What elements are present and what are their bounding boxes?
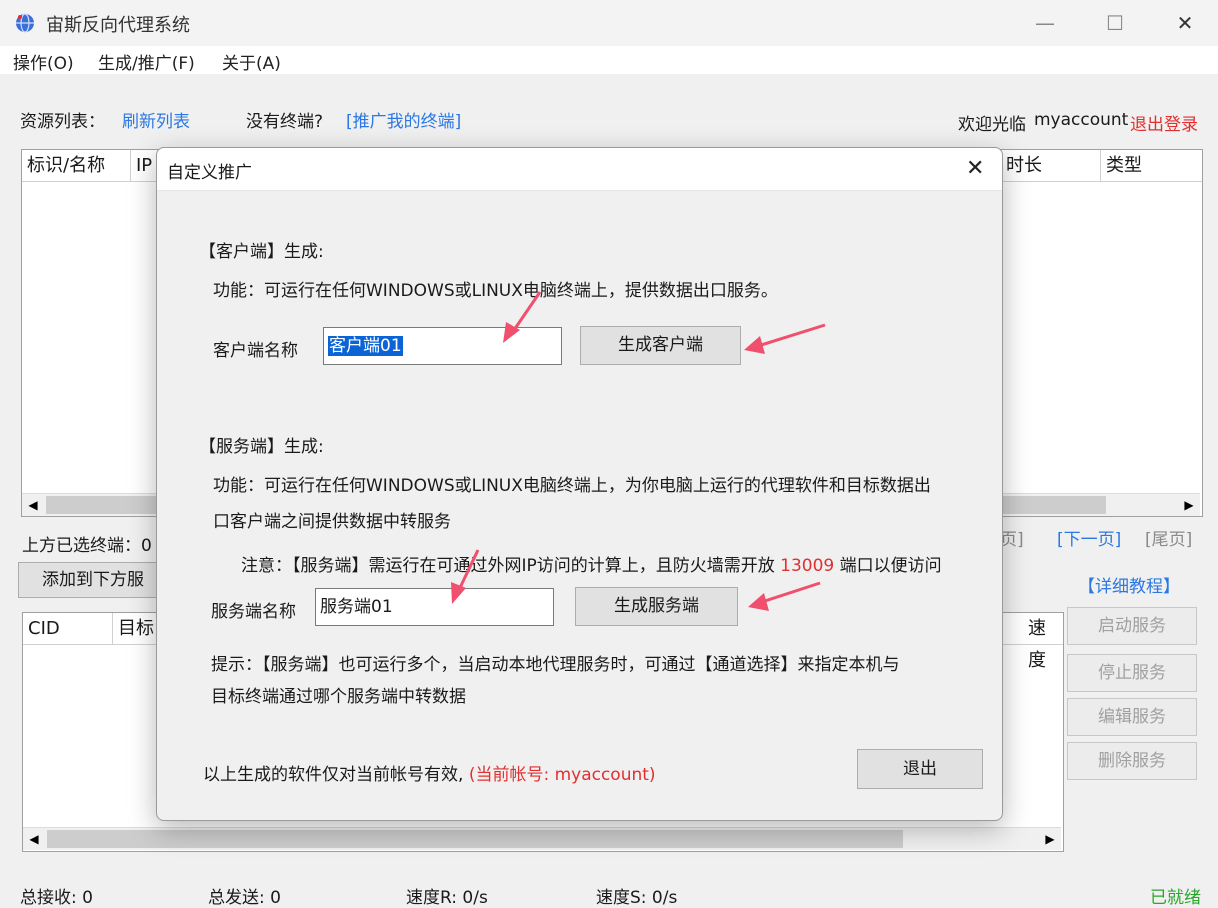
last-page-link[interactable]: [尾页] <box>1145 525 1192 550</box>
logout-link[interactable]: 退出登录 <box>1130 110 1198 135</box>
scroll-left-icon[interactable]: ◀ <box>23 828 45 850</box>
ready-status: 已就绪 <box>1150 888 1201 908</box>
note-suffix: 端口以便访问 <box>839 556 942 576</box>
close-window-button[interactable]: ✕ <box>1165 8 1205 38</box>
window-titlebar: 宙斯反向代理系统 — ☐ ✕ <box>0 0 1218 46</box>
detailed-tutorial-link[interactable]: 【详细教程】 <box>1078 572 1180 597</box>
resource-list-label: 资源列表： <box>20 112 105 132</box>
refresh-list-link[interactable]: 刷新列表 <box>122 107 190 132</box>
username-label: myaccount <box>1034 110 1129 130</box>
note-prefix: 注意：【服务端】需运行在可通过外网IP访问的计算上，且防火墙需开放 <box>241 556 775 576</box>
client-function-text: 功能：可运行在任何WINDOWS或LINUX电脑终端上，提供数据出口服务。 <box>213 281 778 301</box>
menu-generate-promote[interactable]: 生成/推广(F) <box>98 49 195 74</box>
generate-client-button[interactable]: 生成客户端 <box>580 326 741 365</box>
minimize-button[interactable]: — <box>1025 8 1065 38</box>
column-header-cid[interactable]: CID <box>23 613 113 645</box>
footer-text: 以上生成的软件仅对当前帐号有效, <box>203 765 464 785</box>
menu-bar: 操作(O) 生成/推广(F) 关于(A) <box>0 46 1218 74</box>
client-name-input[interactable]: 客户端01 <box>323 327 562 365</box>
next-page-link[interactable]: [下一页] <box>1057 525 1121 550</box>
server-function-text-1: 功能：可运行在任何WINDOWS或LINUX电脑终端上，为你电脑上运行的代理软件… <box>213 476 931 496</box>
promote-terminal-link[interactable]: [推广我的终端] <box>346 107 461 132</box>
server-heading: 【服务端】生成: <box>199 437 324 457</box>
server-name-input[interactable]: 服务端01 <box>315 588 554 626</box>
client-heading: 【客户端】生成: <box>199 242 324 262</box>
exit-dialog-button[interactable]: 退出 <box>857 749 983 789</box>
selected-terminal-count: 上方已选终端：0 <box>22 536 152 556</box>
custom-promote-dialog: 自定义推广 ✕ 【客户端】生成: 功能：可运行在任何WINDOWS或LINUX电… <box>156 147 1003 821</box>
start-service-button[interactable]: 启动服务 <box>1067 607 1197 645</box>
maximize-button[interactable]: ☐ <box>1095 8 1135 38</box>
column-header-speed[interactable]: 速度 <box>1023 613 1063 671</box>
column-header-duration[interactable]: 时长 <box>1001 150 1101 182</box>
speed-send: 速度S: 0/s <box>596 888 678 908</box>
scroll-thumb[interactable] <box>47 830 903 848</box>
column-header-id-name[interactable]: 标识/名称 <box>22 150 131 182</box>
server-name-label: 服务端名称 <box>211 602 296 622</box>
column-header-type[interactable]: 类型 <box>1101 150 1202 182</box>
delete-service-button[interactable]: 删除服务 <box>1067 742 1197 780</box>
dialog-close-icon[interactable]: ✕ <box>966 156 984 181</box>
total-received: 总接收: 0 <box>20 888 93 908</box>
dialog-title: 自定义推广 <box>167 163 252 183</box>
current-account-text: (当前帐号: myaccount) <box>468 765 656 785</box>
prev-page-link[interactable]: 页] <box>1000 525 1024 550</box>
note-port-number: 13009 <box>780 556 835 576</box>
add-to-below-button[interactable]: 添加到下方服 <box>18 562 168 598</box>
window-title: 宙斯反向代理系统 <box>46 15 190 36</box>
globe-app-icon <box>16 13 34 33</box>
scroll-right-icon[interactable]: ▶ <box>1039 828 1061 850</box>
stop-service-button[interactable]: 停止服务 <box>1067 654 1197 692</box>
total-sent: 总发送: 0 <box>208 888 281 908</box>
scroll-right-icon[interactable]: ▶ <box>1178 494 1200 516</box>
scroll-left-icon[interactable]: ◀ <box>22 494 44 516</box>
speed-receive: 速度R: 0/s <box>406 888 488 908</box>
client-name-label: 客户端名称 <box>213 341 298 361</box>
server-note-text: 注意：【服务端】需运行在可通过外网IP访问的计算上，且防火墙需开放 13009 … <box>241 551 942 576</box>
no-terminal-label: 没有终端? <box>246 112 324 132</box>
menu-operate[interactable]: 操作(O) <box>13 49 74 74</box>
footer-note: 以上生成的软件仅对当前帐号有效, (当前帐号: myaccount) <box>203 760 656 785</box>
generate-server-button[interactable]: 生成服务端 <box>575 587 738 626</box>
hint-text-1: 提示：【服务端】也可运行多个，当启动本地代理服务时，可通过【通道选择】来指定本机… <box>211 655 900 675</box>
lower-horizontal-scrollbar[interactable]: ◀ ▶ <box>23 827 1061 850</box>
hint-text-2: 目标终端通过哪个服务端中转数据 <box>211 687 466 707</box>
edit-service-button[interactable]: 编辑服务 <box>1067 698 1197 736</box>
menu-about[interactable]: 关于(A) <box>222 49 281 74</box>
dialog-titlebar: 自定义推广 ✕ <box>157 148 1002 191</box>
welcome-label: 欢迎光临 <box>958 115 1026 135</box>
client-name-selected-text: 客户端01 <box>328 336 403 356</box>
server-function-text-2: 口客户端之间提供数据中转服务 <box>213 512 451 532</box>
